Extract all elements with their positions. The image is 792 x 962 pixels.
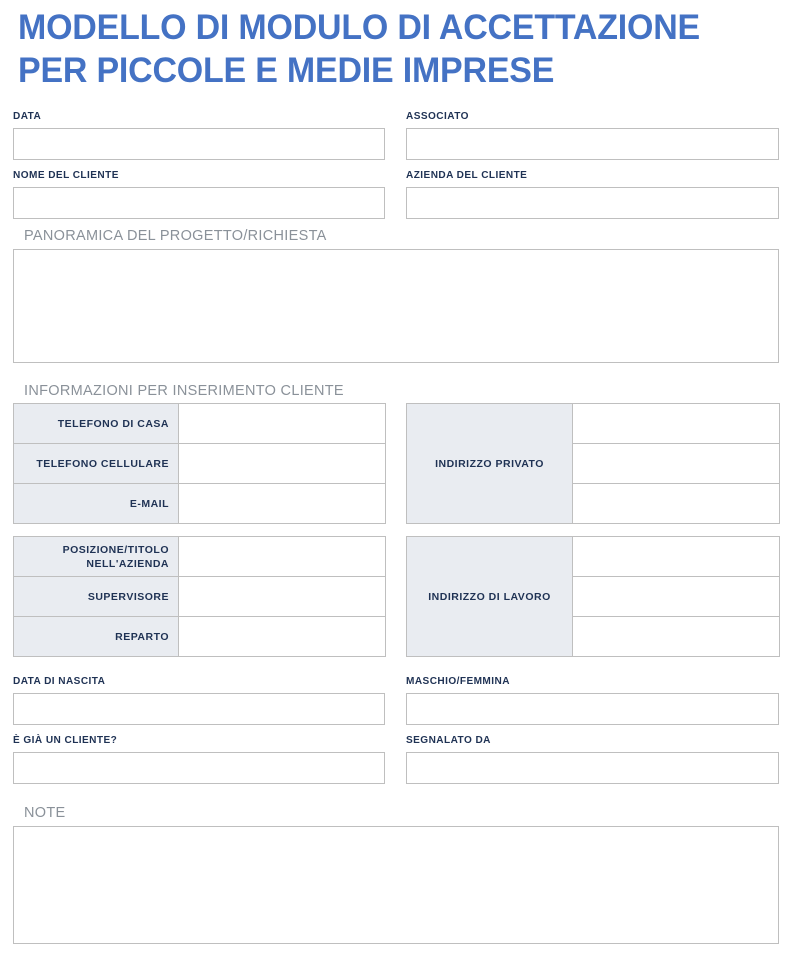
- home-address-value-0[interactable]: [572, 403, 780, 444]
- nome-cliente-input[interactable]: [13, 187, 385, 219]
- employment-row-value-0[interactable]: [178, 536, 386, 577]
- field-gia-cliente-label: È GIÀ UN CLIENTE?: [13, 734, 118, 746]
- field-segnalato-da: SEGNALATO DA: [406, 734, 779, 784]
- panoramica-heading: PANORAMICA DEL PROGETTO/RICHIESTA: [24, 228, 327, 244]
- employment-table: POSIZIONE/TITOLO NELL'AZIENDA SUPERVISOR…: [13, 536, 386, 657]
- segnalato-da-input[interactable]: [406, 752, 779, 784]
- work-address-table: INDIRIZZO DI LAVORO: [406, 536, 780, 657]
- field-data-nascita: DATA DI NASCITA: [13, 675, 385, 725]
- contact-row-label-1: TELEFONO CELLULARE: [13, 443, 179, 484]
- contact-row-value-0[interactable]: [178, 403, 386, 444]
- employment-row-label-1: SUPERVISORE: [13, 576, 179, 617]
- data-nascita-input[interactable]: [13, 693, 385, 725]
- contact-row-value-2[interactable]: [178, 483, 386, 524]
- page-title-line-1: MODELLO DI MODULO DI ACCETTAZIONE: [18, 8, 700, 47]
- form-page: MODELLO DI MODULO DI ACCETTAZIONE PER PI…: [0, 0, 792, 962]
- contact-row-label-0: TELEFONO DI CASA: [13, 403, 179, 444]
- field-maschio-femmina-label: MASCHIO/FEMMINA: [406, 675, 510, 687]
- panoramica-textarea[interactable]: [13, 249, 779, 363]
- contact-row-label-2: E-MAIL: [13, 483, 179, 524]
- contact-row-value-1[interactable]: [178, 443, 386, 484]
- table-row: E-MAIL: [13, 483, 386, 524]
- informazioni-heading: INFORMAZIONI PER INSERIMENTO CLIENTE: [24, 383, 344, 399]
- table-row: REPARTO: [13, 616, 386, 657]
- note-textarea[interactable]: [13, 826, 779, 944]
- table-row: INDIRIZZO PRIVATO: [406, 403, 780, 524]
- field-data-label: DATA: [13, 110, 42, 122]
- employment-row-value-1[interactable]: [178, 576, 386, 617]
- work-address-value-2[interactable]: [572, 616, 780, 657]
- field-data: DATA: [13, 110, 385, 160]
- maschio-femmina-input[interactable]: [406, 693, 779, 725]
- field-associato-label: ASSOCIATO: [406, 110, 469, 122]
- home-address-table: INDIRIZZO PRIVATO: [406, 403, 780, 524]
- note-heading: NOTE: [24, 805, 66, 821]
- table-row: TELEFONO CELLULARE: [13, 443, 386, 484]
- field-segnalato-da-label: SEGNALATO DA: [406, 734, 491, 746]
- data-input[interactable]: [13, 128, 385, 160]
- page-title: MODELLO DI MODULO DI ACCETTAZIONE PER PI…: [18, 6, 751, 92]
- field-associato: ASSOCIATO: [406, 110, 779, 160]
- field-nome-cliente: NOME DEL CLIENTE: [13, 169, 385, 219]
- table-row: TELEFONO DI CASA: [13, 403, 386, 444]
- table-row: INDIRIZZO DI LAVORO: [406, 536, 780, 657]
- employment-row-value-2[interactable]: [178, 616, 386, 657]
- page-title-line-2: PER PICCOLE E MEDIE IMPRESE: [18, 51, 555, 90]
- field-gia-cliente: È GIÀ UN CLIENTE?: [13, 734, 385, 784]
- field-maschio-femmina: MASCHIO/FEMMINA: [406, 675, 779, 725]
- gia-cliente-input[interactable]: [13, 752, 385, 784]
- azienda-cliente-input[interactable]: [406, 187, 779, 219]
- contact-table: TELEFONO DI CASA TELEFONO CELLULARE E-MA…: [13, 403, 386, 524]
- work-address-value-1[interactable]: [572, 576, 780, 617]
- home-address-label: INDIRIZZO PRIVATO: [406, 403, 573, 524]
- field-data-nascita-label: DATA DI NASCITA: [13, 675, 106, 687]
- field-nome-cliente-label: NOME DEL CLIENTE: [13, 169, 119, 181]
- field-azienda-cliente: AZIENDA DEL CLIENTE: [406, 169, 779, 219]
- work-address-value-0[interactable]: [572, 536, 780, 577]
- field-azienda-cliente-label: AZIENDA DEL CLIENTE: [406, 169, 528, 181]
- associato-input[interactable]: [406, 128, 779, 160]
- employment-row-label-2: REPARTO: [13, 616, 179, 657]
- work-address-label: INDIRIZZO DI LAVORO: [406, 536, 573, 657]
- table-row: SUPERVISORE: [13, 576, 386, 617]
- home-address-value-2[interactable]: [572, 483, 780, 524]
- employment-row-label-0: POSIZIONE/TITOLO NELL'AZIENDA: [13, 536, 179, 577]
- table-row: POSIZIONE/TITOLO NELL'AZIENDA: [13, 536, 386, 577]
- home-address-value-1[interactable]: [572, 443, 780, 484]
